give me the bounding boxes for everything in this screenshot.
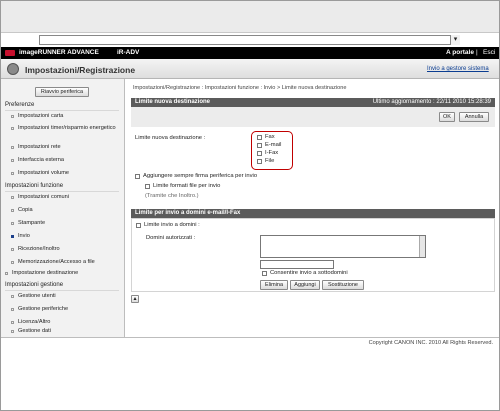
title-bar: Impostazioni/Registrazione Invio a gesto… (1, 59, 499, 79)
ifax-label: I-Fax (265, 150, 279, 156)
limit-formats-checkbox[interactable] (145, 184, 150, 189)
divider (5, 290, 119, 291)
scroll-top-icon[interactable]: ▴ (131, 295, 139, 303)
bullet-icon (11, 330, 14, 333)
domains-scrollbar[interactable] (419, 236, 425, 257)
add-signature-label: Aggiungere sempre firma periferica per i… (143, 173, 258, 179)
send-to-manager-link[interactable]: Invio a gestore sistema (427, 66, 489, 72)
divider (5, 191, 119, 192)
limit-domains-label: Limite invio a domini : (144, 222, 200, 228)
domain-panel: Limite invio a domini : Domini autorizza… (131, 218, 495, 292)
restart-device-button[interactable]: Riavvio periferica (35, 87, 89, 97)
canon-logo-icon (5, 50, 15, 56)
selected-bullet-icon (11, 235, 14, 238)
footer: Copyright CANON INC. 2010 All Rights Res… (1, 337, 499, 349)
browser-toolbar (1, 1, 499, 33)
limit-destination-label: Limite nuova destinazione : (135, 135, 206, 141)
address-dropdown[interactable] (39, 35, 459, 45)
breadcrumb: Impostazioni/Registrazione : Impostazion… (133, 85, 347, 91)
sidebar: Riavvio periferica Preferenze Impostazio… (1, 79, 125, 337)
chevron-down-icon[interactable]: ▾ (450, 35, 460, 45)
bullet-icon (11, 172, 14, 175)
main-content: Impostazioni/Registrazione : Impostazion… (125, 79, 499, 337)
page-title: Impostazioni/Registrazione (25, 65, 136, 75)
domain-section-title: Limite per invio a domini e-mail/I-Fax (135, 210, 241, 216)
brand-name: imageRUNNER ADVANCE (19, 49, 99, 56)
ok-button[interactable]: OK (439, 112, 455, 122)
settings-icon (7, 63, 19, 75)
limit-formats-label: Limite formati file per invio (153, 183, 221, 189)
section-title: Limite nuova destinazione (135, 99, 211, 105)
bullet-icon (11, 222, 14, 225)
fax-checkbox[interactable] (257, 135, 262, 140)
portal-link[interactable]: A portale (446, 49, 474, 56)
domain-input[interactable] (260, 260, 334, 269)
bullet-icon (11, 127, 14, 130)
bullet-icon (11, 261, 14, 264)
sidebar-heading-management: Impostazioni gestione (5, 282, 64, 288)
file-label: File (265, 158, 275, 164)
email-label: E-mail (265, 142, 282, 148)
bullet-icon (11, 146, 14, 149)
empty-area (1, 349, 499, 410)
bullet-icon (11, 159, 14, 162)
add-signature-checkbox[interactable] (135, 174, 140, 179)
separator: | (476, 49, 478, 56)
bullet-icon (11, 115, 14, 118)
device-model: iR-ADV (117, 49, 140, 56)
cancel-button[interactable]: Annulla (459, 112, 489, 122)
limit-domains-checkbox[interactable] (136, 223, 141, 228)
domain-section-header: Limite per invio a domini e-mail/I-Fax (131, 209, 495, 218)
bullet-icon (11, 209, 14, 212)
allow-subdomains-checkbox[interactable] (262, 271, 267, 276)
bullet-icon (11, 248, 14, 251)
sidebar-heading-function-settings: Impostazioni funzione (5, 183, 64, 189)
bullet-icon (11, 308, 14, 311)
limit-formats-note: (Tramite che Inoltro.) (145, 193, 199, 199)
sidebar-heading-preferences: Preferenze (5, 102, 35, 108)
delete-button[interactable]: Elimina (260, 280, 288, 290)
file-checkbox[interactable] (257, 159, 262, 164)
authorized-domains-list[interactable] (260, 235, 426, 258)
logout-link[interactable]: Esci (483, 49, 495, 56)
bullet-icon (5, 272, 8, 275)
replace-button[interactable]: Sostituzione (322, 280, 364, 290)
last-update: Ultimo aggiornamento : 22/11 2010 15:28:… (372, 99, 491, 105)
bullet-icon (11, 196, 14, 199)
ifax-checkbox[interactable] (257, 151, 262, 156)
divider (5, 110, 119, 111)
bullet-icon (11, 295, 14, 298)
section-header: Limite nuova destinazione Ultimo aggiorn… (131, 98, 495, 107)
email-checkbox[interactable] (257, 143, 262, 148)
app-window: ▾ imageRUNNER ADVANCE iR-ADV A portale |… (0, 0, 500, 411)
copyright: Copyright CANON INC. 2010 All Rights Res… (368, 340, 493, 346)
fax-label: Fax (265, 134, 275, 140)
action-bar: OK Annulla (131, 107, 495, 127)
allow-subdomains-label: Consentire invio a sottodomini (270, 270, 348, 276)
add-button[interactable]: Aggiungi (290, 280, 320, 290)
bullet-icon (11, 321, 14, 324)
top-bar: imageRUNNER ADVANCE iR-ADV A portale | E… (1, 47, 499, 59)
authorized-domains-label: Domini autorizzati : (146, 235, 196, 241)
